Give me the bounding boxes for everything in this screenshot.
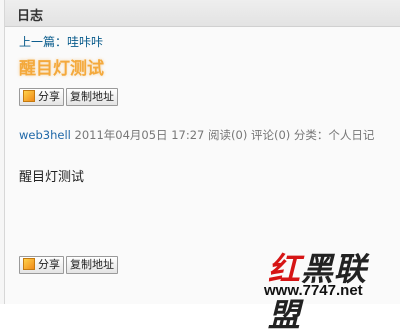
post-body: 醒目灯测试: [19, 170, 85, 185]
share-icon: [23, 258, 35, 270]
post-title: 醒目灯测试: [19, 59, 104, 79]
page-background: 日志 上一篇：哇咔咔 醒目灯测试 分享 复制地址 web3hell 2011年04…: [0, 0, 400, 334]
action-bar-top: 分享 复制地址: [19, 88, 120, 106]
section-title: 日志: [17, 9, 44, 24]
post-category[interactable]: 分类：个人日记: [294, 128, 375, 142]
prev-post-label: 上一篇：: [19, 35, 68, 49]
prev-post-link[interactable]: 哇咔咔: [67, 35, 103, 49]
action-bar-bottom: 分享 复制地址: [19, 256, 120, 274]
author-link[interactable]: web3hell: [19, 128, 71, 142]
copy-address-button[interactable]: 复制地址: [66, 88, 118, 106]
section-header: 日志: [5, 0, 400, 27]
post-meta: web3hell 2011年04月05日 17:27 阅读(0) 评论(0) 分…: [19, 127, 374, 143]
copy-address-button[interactable]: 复制地址: [66, 256, 118, 274]
share-label: 分享: [38, 258, 60, 271]
read-count[interactable]: 阅读(0): [208, 128, 247, 142]
prev-post-nav: 上一篇：哇咔咔: [19, 33, 103, 50]
share-icon: [23, 90, 35, 102]
comment-count[interactable]: 评论(0): [251, 128, 290, 142]
share-button[interactable]: 分享: [19, 88, 64, 106]
watermark-url: www.7747.net: [264, 282, 363, 299]
share-label: 分享: [38, 90, 60, 103]
post-datetime: 2011年04月05日 17:27: [74, 128, 205, 142]
share-button[interactable]: 分享: [19, 256, 64, 274]
